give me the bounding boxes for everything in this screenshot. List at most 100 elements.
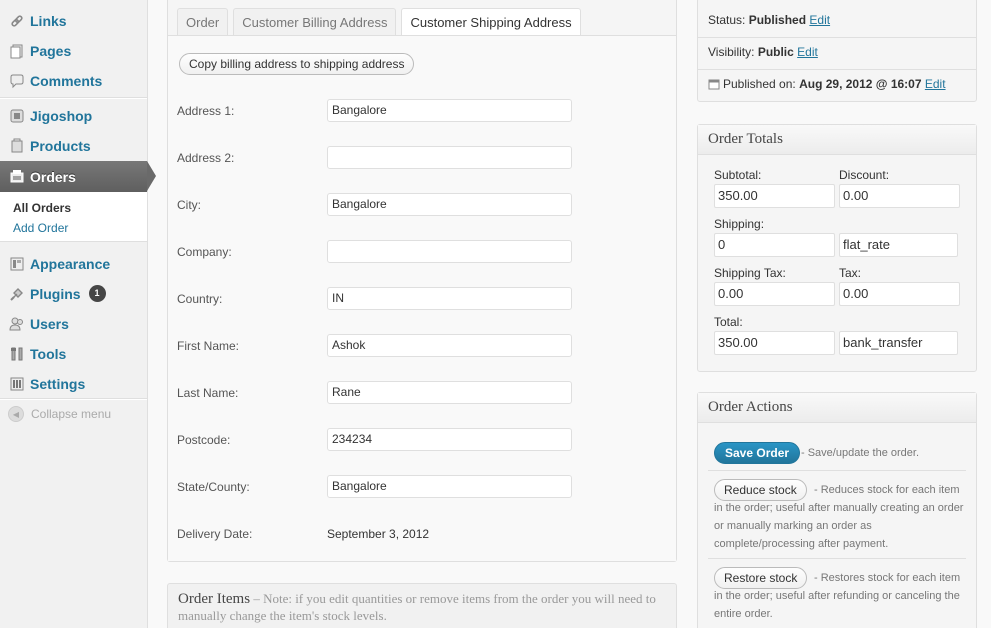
menu-label: Comments [30, 72, 103, 89]
country-input[interactable]: IN [327, 287, 572, 310]
payment-method-input[interactable]: bank_transfer [839, 331, 958, 355]
tab-shipping-address[interactable]: Customer Shipping Address [401, 8, 581, 36]
menu-label: Products [30, 137, 91, 154]
visibility-row: Visibility: Public Edit [708, 45, 818, 59]
subtotal-input[interactable]: 350.00 [714, 184, 835, 208]
status-row: Status: Published Edit [708, 13, 830, 27]
pages-icon [8, 42, 25, 59]
jigoshop-icon [8, 107, 25, 124]
tax-label: Tax: [839, 266, 862, 280]
save-order-button[interactable]: Save Order [714, 442, 801, 464]
tools-icon [8, 345, 25, 362]
status-value: Published [748, 13, 807, 27]
menu-item-comments[interactable]: Comments [0, 66, 147, 95]
menu-label: Links [30, 12, 67, 29]
tab-order[interactable]: Order [177, 8, 229, 35]
publish-divider [698, 69, 976, 70]
published-on-label: Published on: [723, 77, 796, 91]
delivery-date-value: September 3, 2012 [327, 527, 430, 541]
last-name-input[interactable]: Rane [327, 381, 572, 404]
order-data-panel: Order Customer Billing Address Customer … [167, 0, 677, 562]
submenu-add-order[interactable]: Add Order [0, 218, 147, 238]
shipping-method-input[interactable]: flat_rate [839, 233, 958, 257]
discount-label: Discount: [839, 168, 890, 182]
menu-item-pages[interactable]: Pages [0, 36, 147, 65]
edit-date-link[interactable]: Edit [925, 77, 946, 91]
publish-divider [698, 37, 976, 38]
city-label: City: [177, 198, 201, 212]
submenu-all-orders[interactable]: All Orders [0, 198, 147, 218]
menu-label: Pages [30, 42, 72, 59]
orders-submenu: All Orders Add Order [0, 192, 147, 242]
state-county-input[interactable]: Bangalore [327, 475, 572, 498]
order-actions-box: Order Actions Save Order - Save/update t… [697, 392, 977, 628]
menu-label: Orders [30, 168, 76, 185]
reduce-stock-button[interactable]: Reduce stock [714, 479, 807, 501]
save-order-description: - Save/update the order. [801, 447, 920, 459]
tax-input[interactable]: 0.00 [839, 282, 960, 306]
subtotal-label: Subtotal: [714, 168, 762, 182]
edit-status-link[interactable]: Edit [809, 13, 830, 27]
shipping-input[interactable]: 0 [714, 233, 835, 257]
discount-input[interactable]: 0.00 [839, 184, 960, 208]
actions-divider [708, 558, 966, 559]
published-on-row: Published on: Aug 29, 2012 @ 16:07 Edit [708, 77, 946, 93]
copy-billing-to-shipping-button[interactable]: Copy billing address to shipping address [179, 53, 415, 75]
order-totals-box: Order Totals Subtotal: 350.00 Discount: … [697, 124, 977, 372]
update-count-badge: 1 [88, 285, 106, 302]
menu-item-links[interactable]: Links [0, 6, 147, 35]
comments-icon [8, 72, 25, 89]
publish-box: Status: Published Edit Visibility: Publi… [697, 0, 977, 102]
menu-item-appearance[interactable]: Appearance [0, 249, 147, 278]
actions-divider [708, 470, 966, 471]
menu-label: Settings [30, 375, 86, 392]
country-label: Country: [177, 292, 223, 306]
address2-input[interactable] [327, 146, 572, 169]
menu-item-jigoshop[interactable]: Jigoshop [0, 101, 147, 130]
order-items-title: Order Items [178, 591, 251, 607]
first-name-input[interactable]: Ashok [327, 334, 572, 357]
last-name-label: Last Name: [177, 386, 239, 400]
collapse-menu-button[interactable]: ◀ Collapse menu [8, 406, 111, 422]
address1-input[interactable]: Bangalore [327, 99, 572, 122]
menu-label: Appearance [30, 255, 111, 272]
address1-label: Address 1: [177, 104, 235, 118]
published-on-value: Aug 29, 2012 @ 16:07 [799, 77, 922, 91]
menu-separator [0, 398, 147, 400]
menu-item-tools[interactable]: Tools [0, 339, 147, 368]
order-tabs: Order Customer Billing Address Customer … [177, 8, 586, 36]
total-input[interactable]: 350.00 [714, 331, 835, 355]
edit-visibility-link[interactable]: Edit [797, 45, 818, 59]
city-input[interactable]: Bangalore [327, 193, 572, 216]
status-label: Status: [708, 13, 746, 27]
menu-item-users[interactable]: Users [0, 309, 147, 338]
first-name-label: First Name: [177, 339, 240, 353]
company-label: Company: [177, 245, 232, 259]
shipping-label: Shipping: [714, 217, 765, 231]
plugins-icon [8, 285, 25, 302]
menu-item-products[interactable]: Products [0, 131, 147, 160]
collapse-arrow-icon: ◀ [8, 406, 24, 422]
restore-stock-button[interactable]: Restore stock [714, 567, 808, 589]
total-label: Total: [714, 315, 743, 329]
settings-icon [8, 375, 25, 392]
collapse-menu-label: Collapse menu [31, 407, 112, 421]
shipping-tax-input[interactable]: 0.00 [714, 282, 835, 306]
menu-separator [0, 97, 147, 99]
postcode-input[interactable]: 234234 [327, 428, 572, 451]
menu-item-orders[interactable]: Orders [0, 161, 156, 192]
menu-label: Users [30, 315, 69, 332]
orders-icon [8, 168, 25, 185]
products-icon [8, 137, 25, 154]
order-items-box: Order Items – Note: if you edit quantiti… [167, 583, 677, 628]
menu-item-plugins[interactable]: Plugins 1 [0, 279, 147, 308]
state-county-label: State/County: [177, 480, 250, 494]
tab-billing-address[interactable]: Customer Billing Address [233, 8, 397, 35]
menu-item-settings[interactable]: Settings [0, 369, 147, 398]
order-actions-title: Order Actions [698, 393, 976, 423]
company-input[interactable] [327, 240, 572, 263]
visibility-value: Public [757, 45, 794, 59]
menu-label: Plugins [30, 285, 81, 302]
order-items-note: – Note: if you edit quantities or remove… [178, 591, 656, 623]
address2-label: Address 2: [177, 151, 235, 165]
